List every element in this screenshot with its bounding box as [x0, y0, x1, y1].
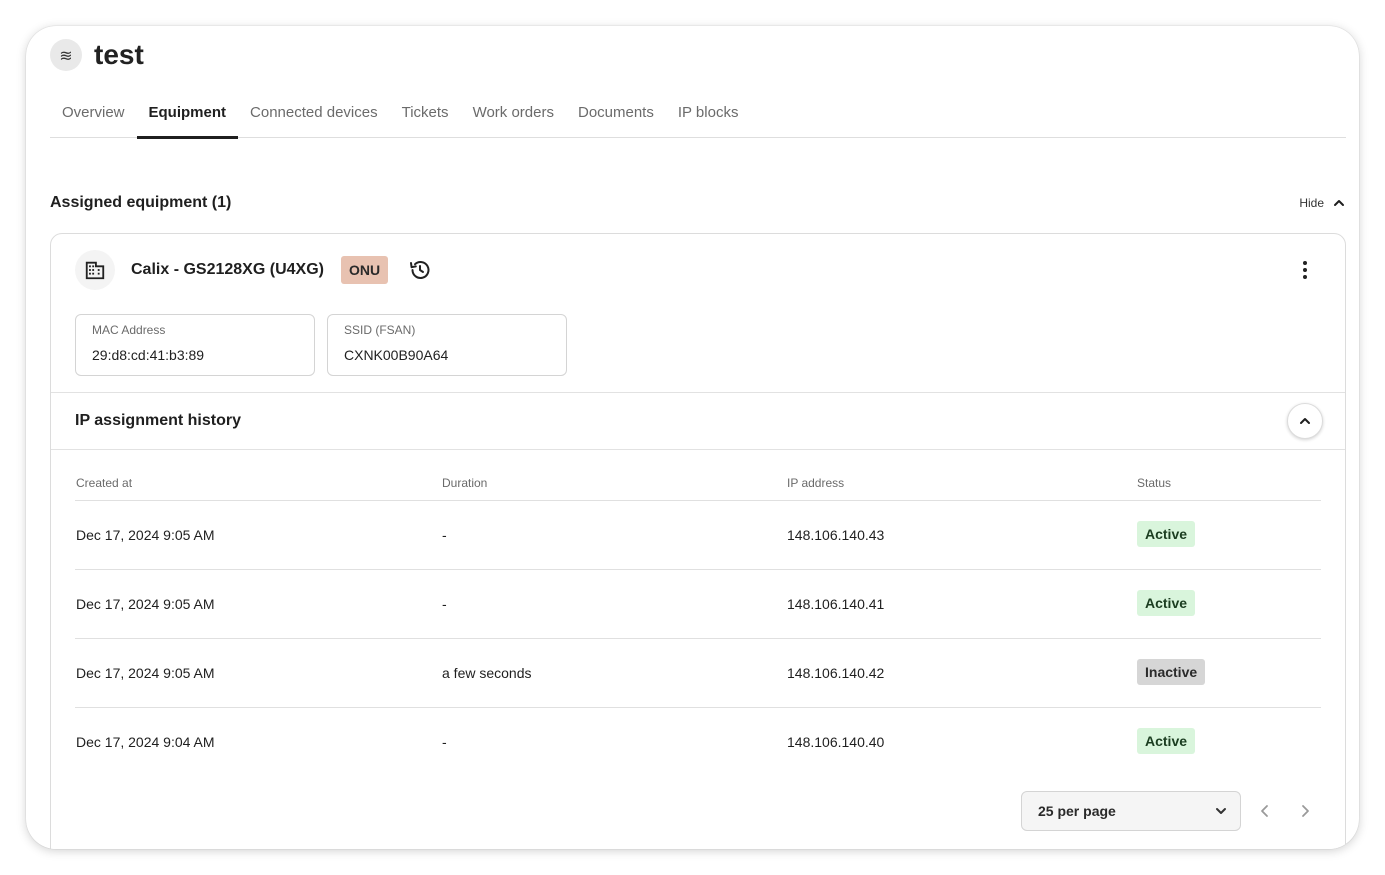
prev-page-button[interactable] — [1255, 801, 1275, 821]
duration-cell: - — [442, 596, 447, 612]
duration-cell: a few seconds — [442, 665, 532, 681]
column-header[interactable]: Duration — [442, 476, 487, 490]
status-badge: Inactive — [1137, 659, 1206, 685]
per-page-select[interactable]: 25 per page — [1021, 791, 1241, 831]
ip-history-table: Created at Duration IP address Status De… — [75, 466, 1321, 777]
duration-cell: - — [442, 527, 447, 543]
ip-address-cell: 148.106.140.43 — [787, 527, 885, 543]
field-label: SSID (FSAN) — [344, 323, 416, 337]
tab-overview[interactable]: Overview — [50, 92, 137, 138]
table-row: Dec 17, 2024 9:05 AM a few seconds 148.1… — [75, 639, 1321, 708]
tab-bar: Overview Equipment Connected devices Tic… — [50, 92, 1346, 139]
more-options-icon[interactable] — [1293, 258, 1317, 282]
status-badge: Active — [1137, 521, 1196, 547]
per-page-label: 25 per page — [1038, 803, 1116, 819]
chevron-right-icon — [1302, 805, 1309, 817]
table-row: Dec 17, 2024 9:05 AM - 148.106.140.41 Ac… — [75, 570, 1321, 639]
tab-work-orders[interactable]: Work orders — [461, 92, 566, 138]
column-header[interactable]: IP address — [787, 476, 844, 490]
equipment-card: Calix - GS2128XG (U4XG) ONU MAC Address … — [50, 233, 1346, 849]
tab-tickets[interactable]: Tickets — [390, 92, 461, 138]
tab-ip-blocks[interactable]: IP blocks — [666, 92, 751, 138]
waves-icon: ≋ — [50, 39, 82, 71]
section-title: Assigned equipment (1) — [50, 194, 232, 211]
chevron-up-icon — [1300, 418, 1310, 424]
table-row: Dec 17, 2024 9:04 AM - 148.106.140.40 Ac… — [75, 708, 1321, 777]
ip-address-cell: 148.106.140.42 — [787, 665, 885, 681]
equipment-type-badge: ONU — [340, 256, 389, 284]
ip-history-title: IP assignment history — [75, 412, 241, 429]
field-value: 29:d8:cd:41:b3:89 — [92, 347, 205, 363]
column-header[interactable]: Created at — [76, 476, 132, 490]
ssid-field: SSID (FSAN) CXNK00B90A64 — [327, 314, 567, 376]
equipment-name: Calix - GS2128XG (U4XG) — [131, 261, 324, 278]
ip-address-cell: 148.106.140.40 — [787, 734, 885, 750]
page-header: ≋ test — [50, 39, 144, 71]
hide-label: Hide — [1299, 196, 1324, 210]
created-at-cell: Dec 17, 2024 9:05 AM — [76, 596, 215, 612]
created-at-cell: Dec 17, 2024 9:05 AM — [76, 527, 215, 543]
chevron-up-icon — [1334, 200, 1344, 206]
created-at-cell: Dec 17, 2024 9:05 AM — [76, 665, 215, 681]
ip-address-cell: 148.106.140.41 — [787, 596, 885, 612]
equipment-summary: Calix - GS2128XG (U4XG) ONU — [75, 250, 432, 290]
table-header: Created at Duration IP address Status — [75, 466, 1321, 501]
duration-cell: - — [442, 734, 447, 750]
page-title: test — [94, 39, 144, 70]
next-page-button[interactable] — [1295, 801, 1315, 821]
column-header[interactable]: Status — [1137, 476, 1171, 490]
collapse-button[interactable] — [1287, 403, 1323, 439]
hide-button[interactable]: Hide — [1299, 196, 1346, 210]
created-at-cell: Dec 17, 2024 9:04 AM — [76, 734, 215, 750]
assigned-equipment-header: Assigned equipment (1) Hide — [50, 194, 1346, 212]
field-value: CXNK00B90A64 — [344, 347, 449, 363]
chevron-left-icon — [1261, 805, 1268, 817]
mac-address-field: MAC Address 29:d8:cd:41:b3:89 — [75, 314, 315, 376]
tab-connected-devices[interactable]: Connected devices — [238, 92, 390, 138]
ip-history-header: IP assignment history — [51, 392, 1345, 450]
tab-documents[interactable]: Documents — [566, 92, 666, 138]
field-label: MAC Address — [92, 323, 166, 337]
status-badge: Active — [1137, 590, 1196, 616]
app-window: ≋ test Overview Equipment Connected devi… — [26, 26, 1359, 849]
table-row: Dec 17, 2024 9:05 AM - 148.106.140.43 Ac… — [75, 501, 1321, 570]
status-badge: Active — [1137, 728, 1196, 754]
chevron-down-icon — [1216, 808, 1226, 814]
building-icon — [75, 250, 115, 290]
history-icon[interactable] — [408, 258, 432, 282]
tab-equipment[interactable]: Equipment — [136, 92, 239, 139]
